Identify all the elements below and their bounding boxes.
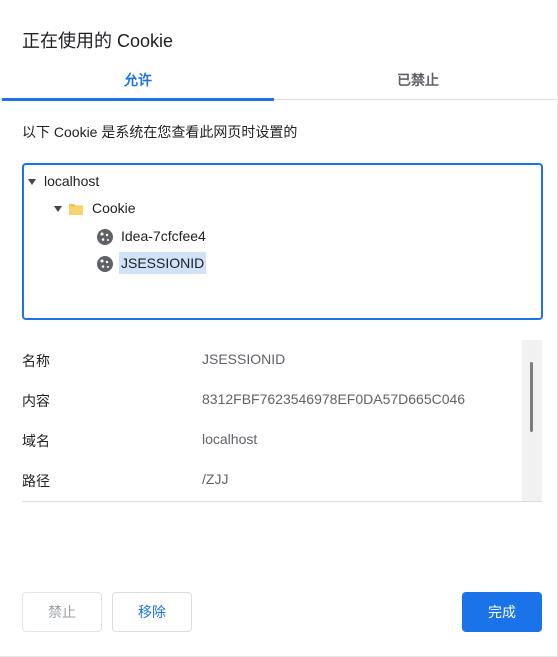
details-scrollbar-thumb[interactable]: [530, 362, 533, 432]
tree-node-label: JSESSIONID: [119, 252, 207, 274]
detail-row-name: 名称 JSESSIONID: [22, 340, 512, 380]
detail-row-content: 内容 8312FBF7623546978EF0DA57D665C046: [22, 380, 512, 420]
cookie-icon: [97, 229, 113, 246]
cookie-details: 名称 JSESSIONID 内容 8312FBF7623546978EF0DA5…: [22, 340, 542, 502]
detail-value: JSESSIONID: [202, 351, 286, 367]
folder-icon: [69, 204, 83, 216]
dialog-title: 正在使用的 Cookie: [22, 31, 174, 51]
detail-value: /ZJJ: [202, 471, 229, 487]
expand-triangle-icon[interactable]: [54, 206, 62, 213]
expand-triangle-icon[interactable]: [28, 179, 36, 186]
tree-node-cookie-idea[interactable]: Idea-7cfcfee4: [96, 225, 208, 247]
detail-key: 路径: [22, 473, 50, 489]
block-button[interactable]: 禁止: [22, 592, 102, 632]
tree-node-label: Cookie: [92, 200, 136, 216]
detail-key: 名称: [22, 353, 50, 369]
tree-node-localhost[interactable]: localhost: [28, 170, 101, 192]
detail-row-path: 路径 /ZJJ: [22, 460, 512, 500]
tab-allowed[interactable]: 允许: [2, 62, 274, 101]
tree-node-cookie-folder[interactable]: Cookie: [54, 197, 138, 219]
detail-key: 域名: [22, 433, 50, 449]
cookie-tree[interactable]: localhost Cookie Idea-7cfcfee4 JSESSIONI…: [22, 163, 543, 320]
detail-key: 内容: [22, 393, 50, 409]
tab-bar: 允许 已禁止: [0, 62, 557, 101]
description-text: 以下 Cookie 是系统在您查看此网页时设置的: [22, 124, 298, 140]
detail-value: 8312FBF7623546978EF0DA57D665C046: [202, 391, 466, 407]
detail-value: localhost: [202, 431, 258, 447]
detail-row-domain: 域名 localhost: [22, 420, 512, 460]
cookies-in-use-dialog: 正在使用的 Cookie 允许 已禁止 以下 Cookie 是系统在您查看此网页…: [0, 0, 558, 657]
tree-node-cookie-jsessionid[interactable]: JSESSIONID: [96, 252, 207, 274]
remove-button[interactable]: 移除: [112, 592, 192, 632]
tree-node-label: Idea-7cfcfee4: [121, 228, 206, 244]
cookie-icon: [97, 256, 113, 273]
tree-node-label: localhost: [44, 173, 100, 189]
done-button[interactable]: 完成: [462, 592, 542, 632]
tab-blocked[interactable]: 已禁止: [280, 62, 556, 100]
